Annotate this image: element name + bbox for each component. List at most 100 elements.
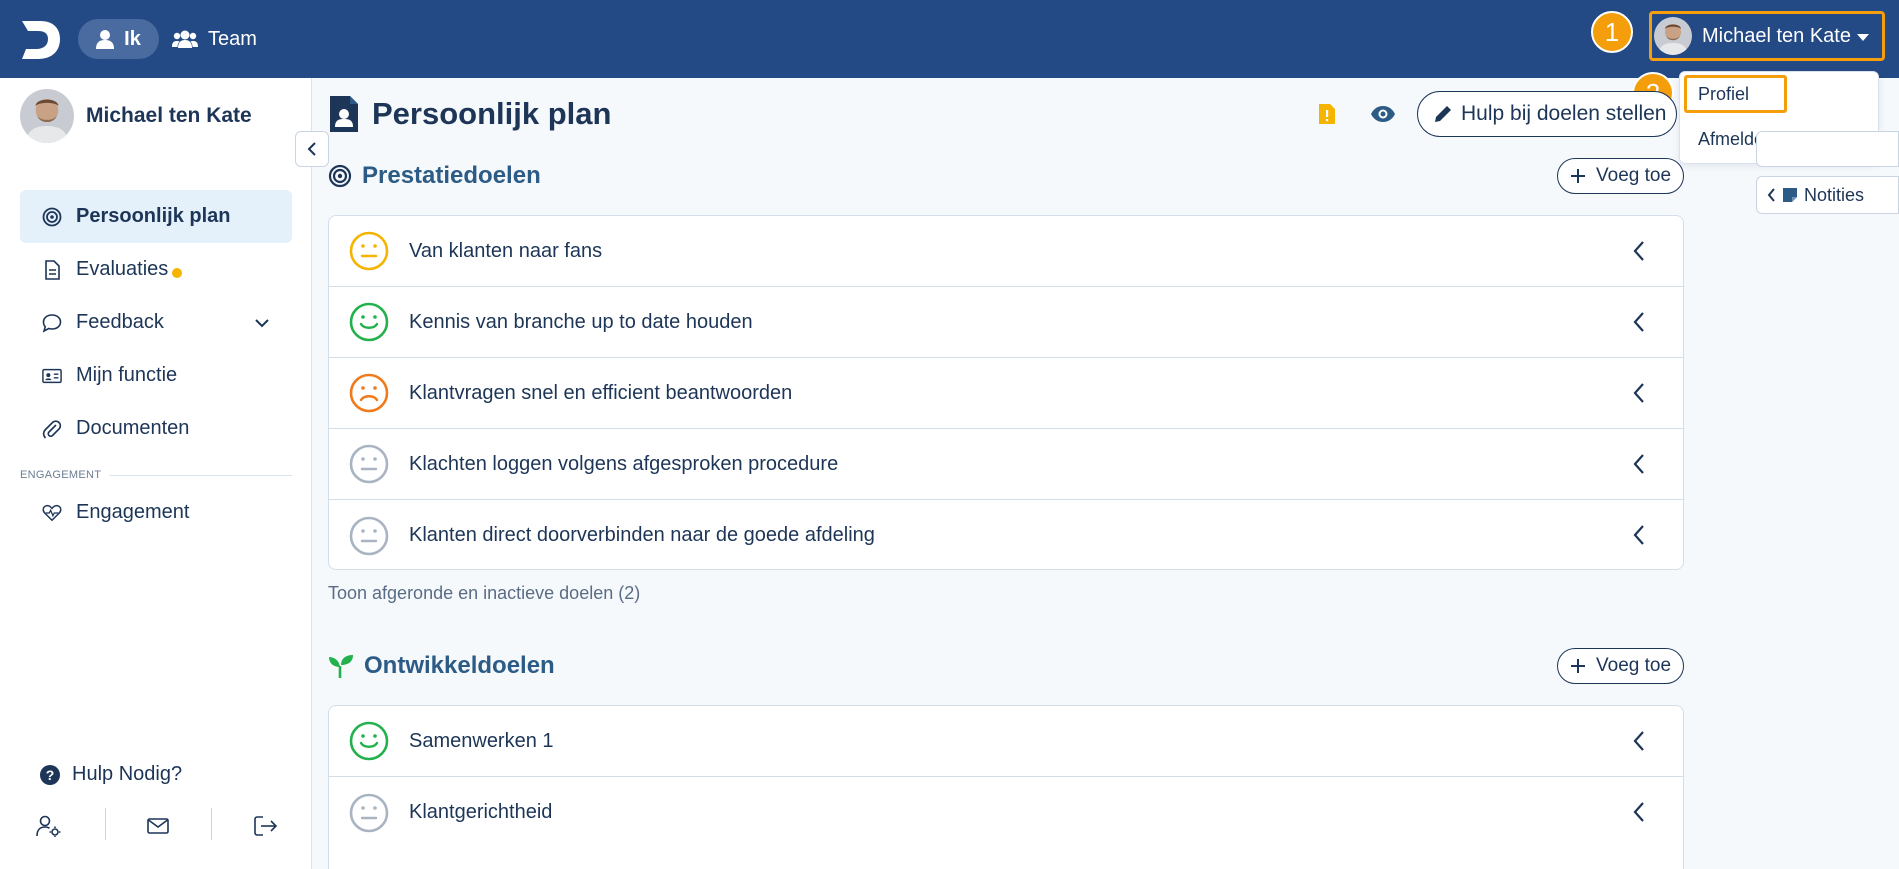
sidebar-user[interactable]: Michael ten Kate bbox=[20, 89, 252, 143]
sidebar-item-evaluations[interactable]: Evaluaties bbox=[20, 243, 292, 296]
goal-label: Klantvragen snel en efficient beantwoord… bbox=[409, 381, 793, 404]
sidebar-item-personal-plan[interactable]: Persoonlijk plan bbox=[20, 190, 292, 243]
goal-row[interactable]: Klachten loggen volgens afgesproken proc… bbox=[329, 429, 1683, 500]
happy-face-icon bbox=[349, 302, 389, 342]
chevron-down-icon[interactable] bbox=[254, 311, 270, 334]
show-inactive-goals-link[interactable]: Toon afgeronde en inactieve doelen (2) bbox=[328, 583, 640, 604]
neutral-face-icon bbox=[349, 444, 389, 484]
performance-goal-list: Van klanten naar fans Kennis van branche … bbox=[328, 215, 1684, 570]
chevron-left-icon[interactable] bbox=[1633, 524, 1645, 551]
side-panel-tab[interactable] bbox=[1756, 131, 1899, 167]
chevron-left-icon[interactable] bbox=[1633, 311, 1645, 338]
file-warning-icon[interactable] bbox=[1313, 100, 1341, 128]
neutral-face-icon bbox=[349, 231, 389, 271]
goal-row[interactable]: Klantvragen snel en efficient beantwoord… bbox=[329, 358, 1683, 429]
user-menu-button[interactable]: Michael ten Kate bbox=[1649, 11, 1885, 61]
caret-down-icon bbox=[1856, 34, 1869, 41]
goal-label: Klanten direct doorverbinden naar de goe… bbox=[409, 524, 875, 546]
sidebar-item-label: Documenten bbox=[76, 417, 190, 439]
team-tab-label: Team bbox=[208, 27, 257, 50]
team-tab[interactable]: Team bbox=[172, 19, 257, 59]
sidebar-item-documents[interactable]: Documenten bbox=[20, 402, 292, 455]
sprout-icon bbox=[329, 655, 353, 678]
plus-icon bbox=[1571, 659, 1585, 673]
pencil-icon bbox=[1435, 106, 1451, 122]
help-link[interactable]: ? Hulp Nodig? bbox=[40, 763, 182, 786]
goal-row[interactable]: Klantgerichtheid bbox=[329, 777, 1683, 848]
chevron-left-icon[interactable] bbox=[1633, 453, 1645, 480]
document-icon bbox=[42, 259, 62, 280]
notes-tab[interactable]: Notities bbox=[1756, 176, 1899, 214]
goal-row[interactable]: Kennis van branche up to date houden bbox=[329, 287, 1683, 358]
sidebar-section-engagement: ENGAGEMENT bbox=[20, 469, 292, 481]
help-set-goals-button[interactable]: Hulp bij doelen stellen bbox=[1417, 91, 1677, 137]
sidebar-user-name: Michael ten Kate bbox=[86, 104, 252, 127]
sticky-note-icon bbox=[1783, 188, 1797, 202]
goal-label: Klantgerichtheid bbox=[409, 801, 553, 823]
me-tab[interactable]: Ik bbox=[78, 19, 159, 59]
team-icon bbox=[172, 30, 198, 48]
happy-face-icon bbox=[349, 721, 389, 761]
neutral-face-icon bbox=[349, 793, 389, 833]
development-goal-list: Samenwerken 1 Klantgerichtheid bbox=[328, 705, 1684, 869]
sidebar-item-engagement[interactable]: Engagement bbox=[20, 486, 292, 539]
heart-pulse-icon bbox=[42, 503, 62, 523]
page-title: Persoonlijk plan bbox=[328, 94, 611, 134]
goal-label: Samenwerken 1 bbox=[409, 729, 554, 752]
chevron-left-icon[interactable] bbox=[1633, 730, 1645, 757]
me-tab-label: Ik bbox=[124, 27, 141, 50]
avatar bbox=[20, 89, 74, 143]
paperclip-icon bbox=[42, 419, 62, 439]
add-performance-goal-button[interactable]: Voeg toe bbox=[1557, 158, 1684, 194]
sidebar-item-feedback[interactable]: Feedback bbox=[20, 296, 292, 349]
sad-face-icon bbox=[349, 373, 389, 413]
help-label: Hulp Nodig? bbox=[72, 763, 183, 785]
neutral-face-icon bbox=[349, 516, 389, 556]
plus-icon bbox=[1571, 169, 1585, 183]
question-icon: ? bbox=[40, 764, 60, 785]
chevron-left-icon bbox=[1767, 188, 1775, 202]
collapse-sidebar-button[interactable] bbox=[295, 131, 329, 167]
user-settings-icon[interactable] bbox=[35, 812, 63, 840]
chevron-left-icon bbox=[307, 142, 316, 156]
menu-item-profile[interactable]: Profiel bbox=[1698, 84, 1749, 105]
goal-label: Klachten loggen volgens afgesproken proc… bbox=[409, 452, 839, 475]
sidebar-item-label: Mijn functie bbox=[76, 364, 178, 386]
goal-row[interactable]: Van klanten naar fans bbox=[329, 216, 1683, 287]
app-logo-icon[interactable] bbox=[18, 17, 62, 61]
sidebar-item-my-function[interactable]: Mijn functie bbox=[20, 349, 292, 402]
mail-icon[interactable] bbox=[144, 812, 172, 840]
personal-plan-icon bbox=[330, 96, 358, 132]
chevron-left-icon[interactable] bbox=[1633, 382, 1645, 409]
notes-tab-label: Notities bbox=[1804, 184, 1865, 205]
section-performance-goals: Prestatiedoelen bbox=[328, 162, 541, 190]
section-title: Ontwikkeldoelen bbox=[364, 652, 555, 679]
target-icon bbox=[42, 207, 62, 227]
sidebar: Michael ten Kate Persoonlijk plan Evalua… bbox=[0, 78, 312, 869]
user-icon bbox=[96, 30, 115, 49]
sidebar-item-label: Engagement bbox=[76, 501, 190, 523]
user-menu-name: Michael ten Kate bbox=[1702, 24, 1851, 47]
chat-icon bbox=[42, 313, 62, 333]
eye-icon[interactable] bbox=[1369, 100, 1397, 128]
goal-row[interactable]: Samenwerken 1 bbox=[329, 706, 1683, 777]
goal-row[interactable]: Klanten direct doorverbinden naar de goe… bbox=[329, 500, 1683, 569]
step-badge-1: 1 bbox=[1591, 11, 1633, 53]
section-development-goals: Ontwikkeldoelen bbox=[328, 652, 555, 680]
section-title: Prestatiedoelen bbox=[362, 162, 541, 189]
page-title-text: Persoonlijk plan bbox=[372, 96, 612, 131]
sidebar-item-label: Evaluaties bbox=[76, 258, 169, 280]
goal-label: Kennis van branche up to date houden bbox=[409, 310, 753, 333]
notification-dot bbox=[172, 267, 183, 278]
avatar bbox=[1654, 17, 1692, 55]
chevron-left-icon[interactable] bbox=[1633, 240, 1645, 267]
sidebar-item-label: Persoonlijk plan bbox=[76, 205, 231, 227]
add-development-goal-button[interactable]: Voeg toe bbox=[1557, 648, 1684, 684]
target-icon bbox=[328, 164, 352, 188]
logout-icon[interactable] bbox=[252, 812, 280, 840]
chevron-left-icon[interactable] bbox=[1633, 801, 1645, 828]
goal-label: Van klanten naar fans bbox=[409, 239, 603, 262]
sidebar-bottom-actions bbox=[0, 808, 312, 844]
id-card-icon bbox=[42, 366, 62, 386]
top-navigation-bar: Ik Team 1 Michael ten Kate bbox=[0, 0, 1899, 78]
